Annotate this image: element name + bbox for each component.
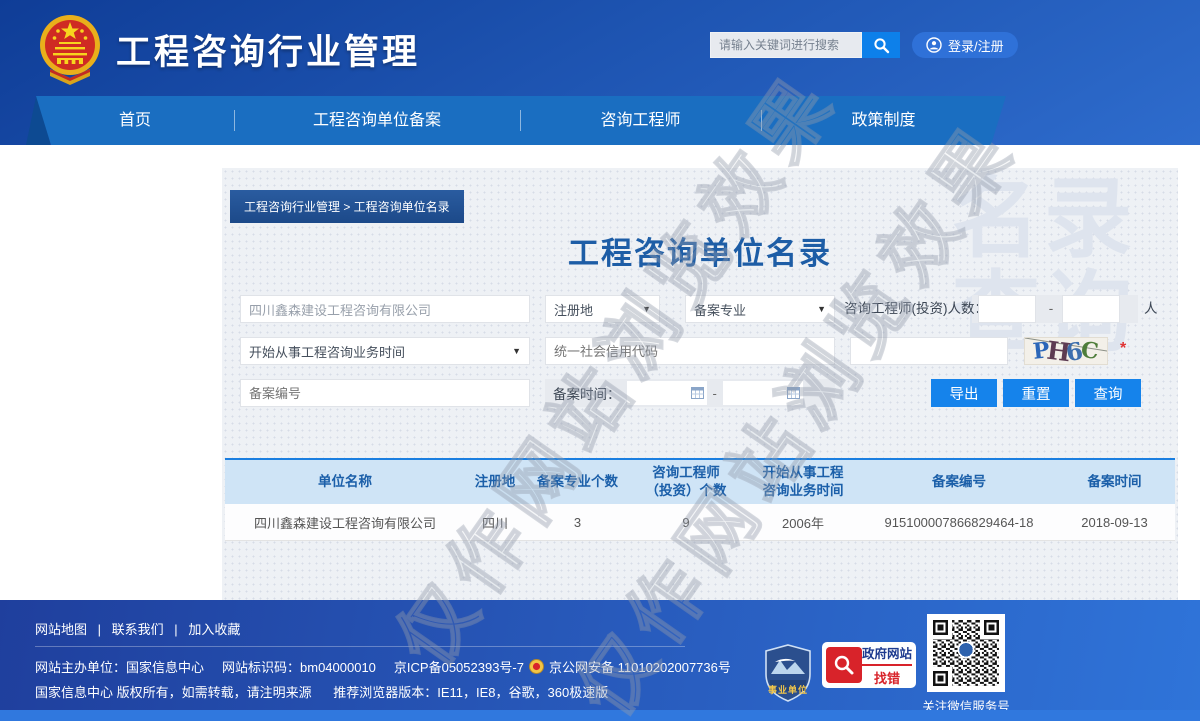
company-name-input[interactable] xyxy=(240,295,530,323)
footer-police[interactable]: 京公网安备 11010202007736号 xyxy=(549,657,731,676)
footer-links: 网站地图 | 联系我们 | 加入收藏 xyxy=(35,619,240,638)
record-time-group: 备案时间： - xyxy=(545,379,835,407)
chevron-down-icon: ▼ xyxy=(512,346,521,356)
gov-badge-line2: 找错 xyxy=(862,668,912,687)
required-asterisk: * xyxy=(1120,340,1126,358)
nav-item-policy[interactable]: 政策制度 xyxy=(761,96,1006,145)
captcha-input[interactable] xyxy=(850,337,1008,365)
engineer-count-label: 咨询工程师(投资)人数： xyxy=(844,295,988,323)
login-register-button[interactable]: 登录/注册 xyxy=(912,32,1018,58)
col-header-record-time: 备案时间 xyxy=(1054,473,1175,491)
start-time-select[interactable]: 开始从事工程咨询业务时间 ▼ xyxy=(240,337,530,365)
calendar-icon xyxy=(691,386,704,399)
engineer-count-max-input[interactable] xyxy=(1062,295,1120,323)
search-input[interactable] xyxy=(710,32,862,58)
col-header-record-number: 备案编号 xyxy=(864,473,1054,491)
nav-item-home[interactable]: 首页 xyxy=(36,96,234,145)
login-register-label: 登录/注册 xyxy=(948,36,1004,55)
main-nav: 首页 工程咨询单位备案 咨询工程师 政策制度 xyxy=(36,96,1006,145)
footer-divider xyxy=(35,646,685,647)
link-separator: | xyxy=(174,622,177,637)
footer-link-contact[interactable]: 联系我们 xyxy=(112,622,164,637)
record-number-input[interactable] xyxy=(240,379,530,407)
footer-link-sitemap[interactable]: 网站地图 xyxy=(35,622,87,637)
footer-link-favorite[interactable]: 加入收藏 xyxy=(188,622,240,637)
cell-start-time: 2006年 xyxy=(742,513,864,532)
cell-unit-name: 四川鑫森建设工程咨询有限公司 xyxy=(225,513,465,532)
footer-info-line: 网站主办单位：国家信息中心 网站标识码：bm04000010 京ICP备0505… xyxy=(35,657,731,676)
engineer-count-min-input[interactable] xyxy=(978,295,1036,323)
engineer-count-unit: 人 xyxy=(1144,295,1158,323)
export-button[interactable]: 导出 xyxy=(931,379,997,407)
nav-item-consulting-engineer[interactable]: 咨询工程师 xyxy=(520,96,761,145)
national-emblem-icon xyxy=(38,9,102,87)
reset-button[interactable]: 重置 xyxy=(1003,379,1069,407)
credit-code-input[interactable] xyxy=(545,337,835,365)
register-area-select[interactable]: 注册地 ▼ xyxy=(545,295,660,323)
search-button[interactable] xyxy=(862,32,900,58)
record-time-end-input[interactable] xyxy=(723,381,803,405)
col-header-specialty-count: 备案专业个数 xyxy=(525,473,630,491)
page-title: 工程咨询行业管理 xyxy=(116,24,420,75)
range-dash: - xyxy=(1044,295,1058,323)
col-header-register-area: 注册地 xyxy=(465,473,525,491)
footer: 网站地图 | 联系我们 | 加入收藏 网站主办单位：国家信息中心 网站标识码：b… xyxy=(0,600,1200,721)
page: 工程咨询行业管理 登录/注册 首页 工程咨询单位备案 咨询工程师 政策制度 xyxy=(0,0,1200,721)
table-header-row: 单位名称 注册地 备案专业个数 咨询工程师（投资）个数 开始从事工程咨询业务时间… xyxy=(225,458,1175,504)
section-title: 工程咨询单位名录 xyxy=(222,228,1178,273)
calendar-icon xyxy=(787,386,800,399)
magnifier-red-icon xyxy=(826,647,862,683)
record-time-start-input[interactable] xyxy=(627,381,707,405)
col-header-start-time: 开始从事工程咨询业务时间 xyxy=(742,464,864,499)
record-time-label: 备案时间： xyxy=(553,383,621,403)
col-header-unit-name: 单位名称 xyxy=(225,473,465,491)
col-header-engineer-count: 咨询工程师（投资）个数 xyxy=(630,464,742,499)
footer-copyright-line: 国家信息中心 版权所有，如需转载，请注明来源 推荐浏览器版本：IE11，IE8，… xyxy=(35,682,608,701)
query-button[interactable]: 查询 xyxy=(1075,379,1141,407)
institution-shield-label: 事业单位 xyxy=(763,683,813,696)
gov-website-error-report-badge[interactable]: 政府网站 找错 xyxy=(822,642,916,688)
breadcrumb[interactable]: 工程咨询行业管理 > 工程咨询单位名录 xyxy=(230,190,464,223)
cell-record-time: 2018-09-13 xyxy=(1054,515,1175,530)
wechat-qr-code xyxy=(927,614,1005,692)
nav-item-unit-record[interactable]: 工程咨询单位备案 xyxy=(234,96,520,145)
cell-register-area: 四川 xyxy=(465,513,525,532)
content-panel: 名录 查询 工程咨询行业管理 > 工程咨询单位名录 工程咨询单位名录 注册地 ▼… xyxy=(222,168,1178,600)
footer-copyright: 国家信息中心 版权所有，如需转载，请注明来源 xyxy=(35,685,312,700)
chevron-down-icon: ▼ xyxy=(642,304,651,314)
captcha-image[interactable]: P H 6 C xyxy=(1024,337,1108,365)
gov-badge-line1: 政府网站 xyxy=(862,643,912,666)
search-icon xyxy=(873,37,890,54)
link-separator: | xyxy=(98,622,101,637)
range-dash: - xyxy=(713,386,717,401)
footer-site-code: 网站标识码：bm04000010 xyxy=(222,657,376,676)
specialty-select[interactable]: 备案专业 ▼ xyxy=(685,295,835,323)
police-badge-icon xyxy=(529,659,544,674)
chevron-down-icon: ▼ xyxy=(817,304,826,314)
header: 工程咨询行业管理 登录/注册 首页 工程咨询单位备案 咨询工程师 政策制度 xyxy=(0,0,1200,145)
cell-record-number: 915100007866829464-18 xyxy=(864,515,1054,530)
footer-bottom-strip xyxy=(0,710,1200,721)
footer-browsers: 推荐浏览器版本：IE11，IE8，谷歌，360极速版 xyxy=(333,685,608,700)
table-row[interactable]: 四川鑫森建设工程咨询有限公司 四川 3 9 2006年 915100007866… xyxy=(225,504,1175,541)
results-table: 单位名称 注册地 备案专业个数 咨询工程师（投资）个数 开始从事工程咨询业务时间… xyxy=(225,458,1175,541)
user-icon xyxy=(926,37,942,53)
cell-engineer-count: 9 xyxy=(630,515,742,530)
footer-host: 网站主办单位：国家信息中心 xyxy=(35,657,204,676)
cell-specialty-count: 3 xyxy=(525,515,630,530)
footer-icp[interactable]: 京ICP备05052393号-7 xyxy=(394,657,524,676)
